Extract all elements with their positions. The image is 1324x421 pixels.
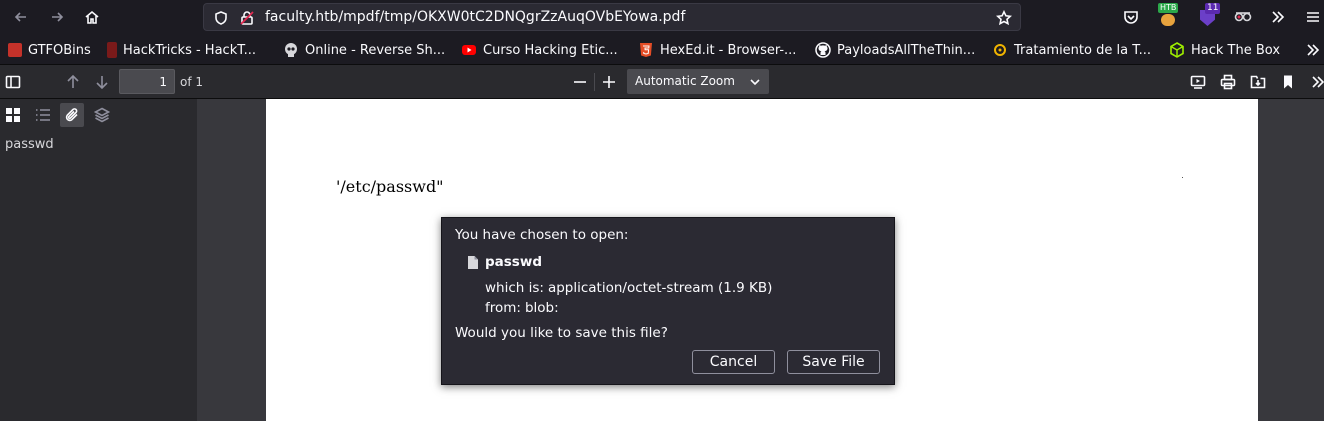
sidebar-toggle-icon [5, 75, 21, 89]
url-bar[interactable]: faculty.htb/mpdf/tmp/OKXW0tC2DNQgrZzAuqO… [203, 3, 1021, 31]
next-page-button[interactable] [90, 70, 114, 94]
overflow-chevrons-icon[interactable] [1270, 9, 1286, 25]
pocket-icon[interactable] [1123, 9, 1139, 25]
plus-icon [603, 76, 615, 88]
shield-extension-icon[interactable]: 11 [1199, 3, 1223, 27]
paperclip-icon [65, 108, 78, 122]
gtfobins-icon [8, 43, 22, 57]
page-number-input[interactable]: 1 [119, 69, 175, 94]
back-arrow-icon [14, 12, 26, 22]
save-download-button[interactable] [1246, 70, 1270, 94]
bookmark-icon [1284, 75, 1292, 89]
back-button[interactable] [9, 5, 33, 29]
dialog-intro: You have chosen to open: [455, 227, 629, 243]
thumbnails-tab[interactable] [1, 103, 25, 127]
toggle-sidebar-button[interactable] [1, 70, 25, 94]
forward-arrow-icon [52, 12, 64, 22]
minus-icon [574, 81, 586, 83]
forward-button[interactable] [45, 5, 69, 29]
from-label: from: [485, 300, 521, 316]
zoom-in-button[interactable] [597, 70, 621, 94]
html5-icon [640, 43, 652, 57]
htb-cube-icon [1170, 42, 1184, 58]
zoom-out-button[interactable] [568, 70, 592, 94]
chevron-down-icon [750, 79, 760, 86]
htb-extension-icon[interactable]: HTB [1158, 3, 1182, 27]
tools-overflow-button[interactable] [1306, 70, 1324, 94]
home-button[interactable] [80, 5, 104, 29]
dialog-type-row: which is: application/octet-stream (1.9 K… [485, 280, 772, 296]
attachment-item[interactable]: passwd [5, 137, 54, 152]
presentation-icon [1190, 75, 1206, 89]
url-text: faculty.htb/mpdf/tmp/OKXW0tC2DNQgrZzAuqO… [265, 9, 686, 25]
radiation-icon [994, 44, 1006, 56]
page-text: '/etc/passwd" [336, 177, 444, 196]
bookmark-view-button[interactable] [1276, 70, 1300, 94]
print-button[interactable] [1216, 70, 1240, 94]
download-icon [1250, 75, 1266, 89]
list-icon [36, 109, 50, 121]
hacktricks-icon [107, 42, 117, 58]
page-count: of 1 [180, 75, 204, 89]
bookmark-reverse-shell[interactable]: Online - Reverse Sh... [283, 41, 445, 59]
foxyproxy-icon[interactable] [1234, 9, 1252, 25]
bookmark-payloadsallthethings[interactable]: PayloadsAllTheThin... [815, 41, 975, 59]
layers-icon [94, 107, 110, 123]
outline-tab[interactable] [31, 103, 55, 127]
pdf-sidebar: passwd [0, 99, 197, 421]
shield-icon [215, 11, 227, 25]
grid-icon [6, 108, 20, 122]
file-icon [468, 256, 478, 269]
dialog-question: Would you like to save this file? [455, 325, 668, 341]
sidebar-tabs [0, 99, 197, 131]
cancel-button[interactable]: Cancel [692, 350, 775, 374]
presentation-mode-button[interactable] [1186, 70, 1210, 94]
dialog-filename: passwd [485, 254, 542, 270]
dialog-from-row: from: blob: [485, 300, 559, 316]
from-value: blob: [524, 300, 559, 316]
star-bookmark-icon[interactable] [996, 10, 1012, 26]
zoom-select[interactable]: Automatic Zoom [627, 69, 769, 94]
skull-icon [285, 43, 297, 57]
type-value: application/octet-stream (1.9 KB) [547, 280, 773, 296]
attachments-tab[interactable] [60, 103, 84, 127]
previous-page-button[interactable] [61, 70, 85, 94]
bookmark-hacktricks[interactable]: HackTricks - HackT... [107, 41, 256, 59]
type-label: which is: [485, 280, 544, 296]
youtube-icon [462, 45, 476, 55]
zoom-select-value: Automatic Zoom [635, 74, 735, 88]
bookmarks-overflow-icon[interactable] [1305, 42, 1321, 58]
home-icon [85, 10, 99, 24]
open-file-dialog: You have chosen to open: passwd which is… [441, 217, 895, 385]
bookmark-curso-hacking[interactable]: Curso Hacking Etic... [461, 41, 618, 59]
pdf-toolbar: 1 of 1 Automatic Zoom [0, 65, 1324, 99]
bookmark-tratamiento[interactable]: Tratamiento de la T... [992, 41, 1151, 59]
github-icon [815, 42, 831, 58]
browser-toolbar: faculty.htb/mpdf/tmp/OKXW0tC2DNQgrZzAuqO… [0, 0, 1324, 34]
bookmark-hexed[interactable]: HexEd.it - Browser-... [638, 41, 796, 59]
arrow-up-icon [67, 74, 79, 88]
zoom-divider [594, 73, 595, 91]
bookmark-hackthebox[interactable]: Hack The Box [1169, 41, 1280, 59]
extension-count-badge: 11 [1205, 3, 1221, 14]
htb-badge: HTB [1158, 3, 1179, 13]
bookmark-gtfobins[interactable]: GTFOBins [8, 41, 91, 59]
printer-icon [1220, 74, 1236, 90]
bookmarks-toolbar: GTFOBins HackTricks - HackT... Online - … [0, 34, 1324, 65]
hamburger-menu-icon[interactable] [1305, 9, 1321, 25]
save-file-button[interactable]: Save File [787, 350, 880, 374]
insecure-lock-icon [240, 11, 254, 25]
chevrons-icon [1312, 76, 1324, 88]
page-dot-mark [1182, 177, 1183, 178]
arrow-down-icon [96, 76, 108, 90]
layers-tab[interactable] [90, 103, 114, 127]
